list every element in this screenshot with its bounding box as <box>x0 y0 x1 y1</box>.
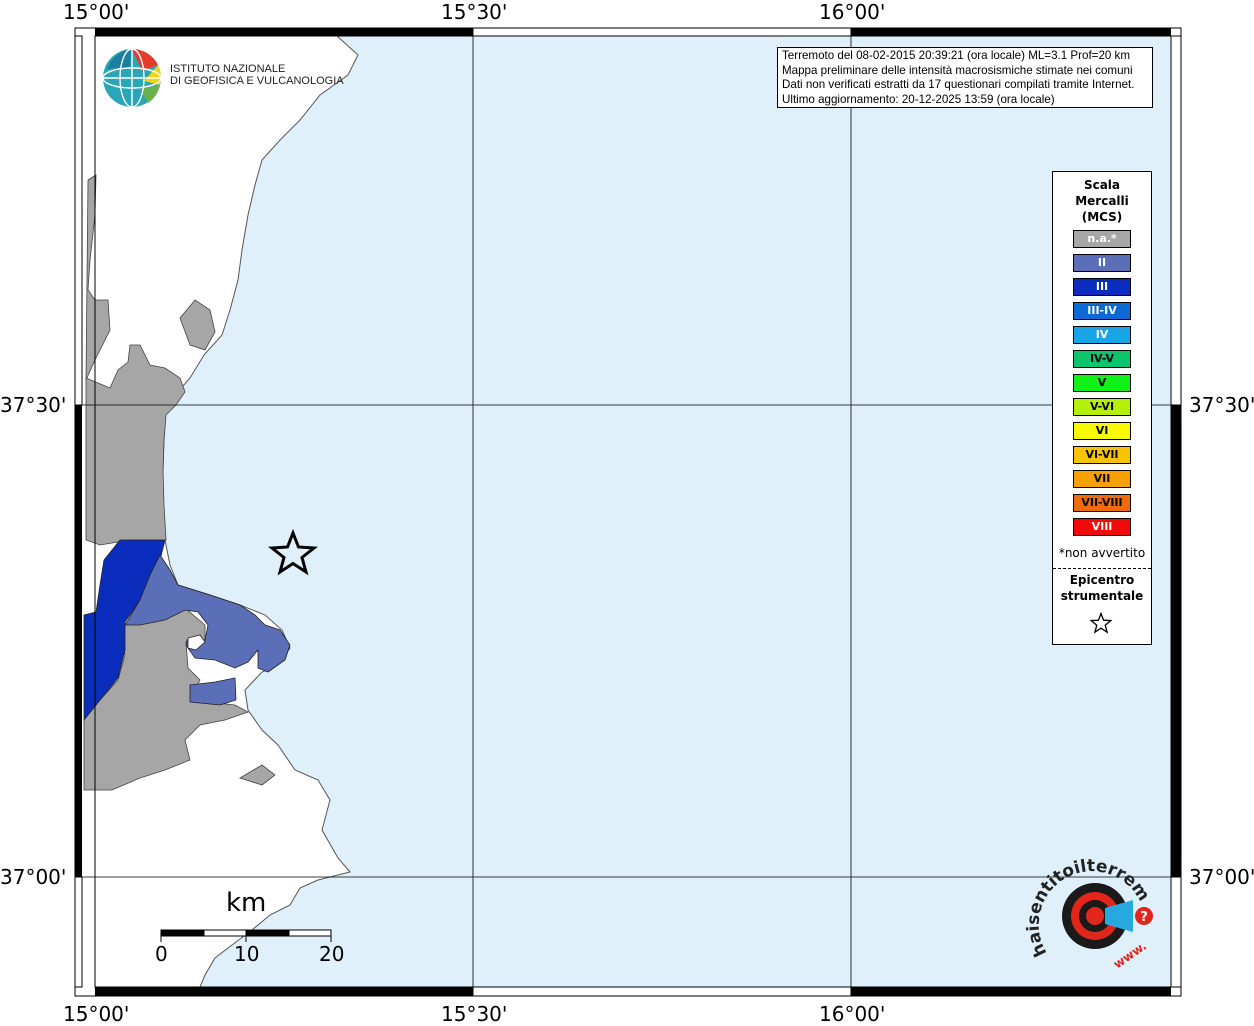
info-line-updated: Ultimo aggiornamento: 20-12-2025 13:59 (… <box>782 92 1055 106</box>
legend-swatch: n.a.* <box>1073 230 1131 248</box>
ingv-name-line2: DI GEOFISICA E VULCANOLOGIA <box>170 75 344 87</box>
legend-note: *non avvertito <box>1058 546 1146 560</box>
legend-swatch: IV-V <box>1073 350 1131 368</box>
ingv-globe-icon <box>102 48 162 108</box>
legend-swatch: III-IV <box>1073 302 1131 320</box>
scale-unit-label: km <box>226 888 267 918</box>
ingv-name-line1: ISTITUTO NAZIONALE <box>170 63 286 75</box>
axis-top-label: 15°30' <box>441 0 508 24</box>
scale-label: 20 <box>319 942 345 966</box>
legend-swatch: V <box>1073 374 1131 392</box>
legend-swatch: VIII <box>1073 518 1131 536</box>
question-mark: ? <box>1140 910 1148 925</box>
legend-title-line: (MCS) <box>1081 210 1123 224</box>
legend-epicenter-label: Epicentro strumentale <box>1053 572 1151 604</box>
info-line-map: Mappa preliminare delle intensità macros… <box>782 63 1133 77</box>
legend-divider <box>1053 568 1151 569</box>
legend-swatch: VI-VII <box>1073 446 1131 464</box>
legend-swatch: V-VI <box>1073 398 1131 416</box>
axis-top-label: 16°00' <box>819 0 886 24</box>
axis-top-label: 15°00' <box>63 0 130 24</box>
legend-title-line: Mercalli <box>1075 194 1129 208</box>
legend-swatch: VII <box>1073 470 1131 488</box>
ingv-logo: ISTITUTO NAZIONALE DI GEOFISICA E VULCAN… <box>102 47 344 109</box>
axis-bottom-label: 15°00' <box>63 1002 130 1026</box>
scale-label: 10 <box>234 942 260 966</box>
legend-swatch: VI <box>1073 422 1131 440</box>
axis-left-label: 37°30' <box>0 393 67 417</box>
axis-left-label: 37°00' <box>0 865 67 889</box>
axis-right-label: 37°30' <box>1189 393 1254 417</box>
haisentito-www: www. <box>1111 939 1149 972</box>
legend-title-line: Scala <box>1083 178 1121 192</box>
legend-swatch: II <box>1073 254 1131 272</box>
legend-swatch: III <box>1073 278 1131 296</box>
axis-bottom-label: 15°30' <box>441 1002 508 1026</box>
legend-title: Scala Mercalli (MCS) <box>1053 177 1151 225</box>
legend-epicenter-line: strumentale <box>1060 589 1144 603</box>
legend-star-icon <box>1089 612 1113 634</box>
mcs-legend: Scala Mercalli (MCS) n.a.* II III III-IV IV I… <box>1052 171 1152 645</box>
axis-bottom-label: 16°00' <box>819 1002 886 1026</box>
info-line-data: Dati non verificati estratti da 17 quest… <box>782 78 1135 92</box>
info-line-event: Terremoto del 08-02-2015 20:39:21 (ora l… <box>782 49 1131 62</box>
scale-label: 0 <box>155 942 168 966</box>
haisentito-logo: haisentitoilterremoto.it ? www. <box>1019 833 1160 978</box>
axis-right-label: 37°00' <box>1189 865 1254 889</box>
legend-swatch: VII-VIII <box>1073 494 1131 512</box>
legend-swatch: IV <box>1073 326 1131 344</box>
event-info-box: Terremoto del 08-02-2015 20:39:21 (ora l… <box>777 47 1153 108</box>
legend-epicenter-line: Epicentro <box>1069 573 1135 587</box>
